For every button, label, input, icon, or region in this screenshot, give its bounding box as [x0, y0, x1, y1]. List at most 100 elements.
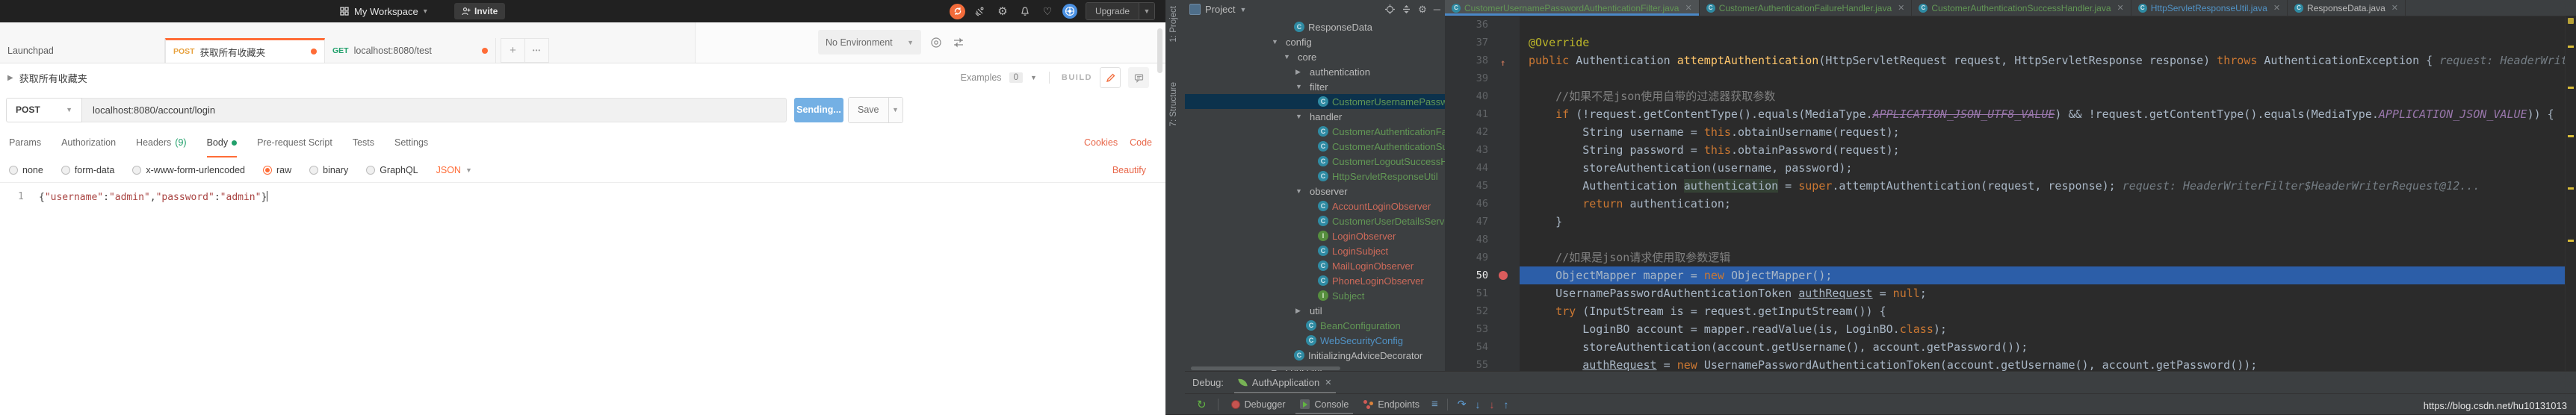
tree-item-customerlogoutsuccesshandler[interactable]: CCustomerLogoutSuccessHandler — [1185, 154, 1445, 169]
body-mode-binary[interactable]: binary — [309, 165, 348, 175]
tree-arrow-open-icon[interactable]: ▼ — [1295, 187, 1306, 195]
notifications-button[interactable] — [1014, 6, 1036, 16]
editor-tab[interactable]: CCustomerAuthenticationFailureHandler.ja… — [1700, 0, 1913, 16]
account-button[interactable] — [1059, 4, 1081, 19]
locate-target-icon[interactable] — [1385, 4, 1395, 14]
dock-project-button[interactable]: 1: Project — [1169, 6, 1178, 43]
request-tab[interactable]: GETlocalhost:8080/test — [325, 38, 496, 63]
collapse-all-icon[interactable] — [1402, 4, 1411, 14]
cookies-link[interactable]: Cookies — [1084, 137, 1118, 148]
section-tab-headers[interactable]: Headers(9) — [136, 128, 187, 157]
gear-icon[interactable]: ⚙ — [1418, 4, 1427, 16]
section-tab-tests[interactable]: Tests — [353, 128, 374, 157]
close-icon[interactable]: ✕ — [1685, 3, 1691, 13]
tree-item-accountloginobserver[interactable]: CAccountLoginObserver — [1185, 199, 1445, 213]
project-view-selector[interactable]: Project ▼ — [1189, 4, 1246, 15]
upgrade-dropdown[interactable]: ▼ — [1139, 3, 1154, 19]
tree-item-subject[interactable]: ISubject — [1185, 288, 1445, 303]
section-tab-body[interactable]: Body — [207, 128, 238, 157]
favorites-button[interactable]: ♡ — [1036, 5, 1059, 18]
save-dropdown[interactable]: ▼ — [888, 98, 902, 122]
tree-item-loginobserver[interactable]: ILoginObserver — [1185, 228, 1445, 243]
editor-tab[interactable]: CHttpServletResponseUtil.java✕ — [2131, 0, 2288, 16]
editor-tab[interactable]: CCustomerAuthenticationSuccessHandler.ja… — [1912, 0, 2131, 16]
code-link[interactable]: Code — [1130, 137, 1152, 148]
body-mode-x-www-form-urlencoded[interactable]: x-www-form-urlencoded — [132, 165, 245, 175]
tree-item-config[interactable]: ▼config — [1185, 34, 1445, 49]
body-mode-none[interactable]: none — [9, 165, 43, 175]
tree-item-observer[interactable]: ▼observer — [1185, 184, 1445, 199]
expand-triangle-icon[interactable]: ▶ — [7, 74, 13, 82]
scrollbar[interactable] — [1157, 28, 1162, 73]
api-network-button[interactable] — [969, 6, 991, 17]
section-tab-pre-request-script[interactable]: Pre-request Script — [257, 128, 332, 157]
tree-item-filter[interactable]: ▼filter — [1185, 79, 1445, 94]
breakpoint-icon[interactable] — [1499, 271, 1508, 280]
tree-arrow-open-icon[interactable]: ▼ — [1295, 83, 1306, 90]
debug-tab-console[interactable]: Console — [1292, 394, 1356, 414]
tree-item-responsedata[interactable]: CResponseData — [1185, 19, 1445, 34]
tree-arrow-open-icon[interactable]: ▼ — [1295, 113, 1306, 120]
error-stripe[interactable] — [2565, 16, 2576, 372]
beautify-link[interactable]: Beautify — [1112, 165, 1165, 175]
environment-selector[interactable]: No Environment ▼ — [818, 30, 921, 54]
save-button[interactable]: Save — [849, 98, 888, 122]
tree-item-initializingadvicedecorator[interactable]: CInitializingAdviceDecorator — [1185, 348, 1445, 363]
step-out-icon[interactable]: ↑ — [1503, 399, 1508, 411]
chevron-down-icon[interactable]: ▼ — [1030, 74, 1037, 81]
tree-item-websecurityconfig[interactable]: CWebSecurityConfig — [1185, 333, 1445, 348]
editor-tab[interactable]: CCustomerUsernamePasswordAuthenticationF… — [1445, 0, 1700, 16]
tree-item-authentication[interactable]: ▶authentication — [1185, 64, 1445, 79]
method-selector[interactable]: POST ▼ — [6, 98, 82, 122]
tree-arrow-open-icon[interactable]: ▼ — [1284, 53, 1294, 60]
tree-item-phoneloginobserver[interactable]: CPhoneLoginObserver — [1185, 273, 1445, 288]
examples-label[interactable]: Examples — [961, 72, 1002, 83]
invite-button[interactable]: Invite — [454, 3, 505, 19]
body-mode-raw[interactable]: raw — [263, 165, 291, 175]
tree-item-customerauthenticationfailurehandler[interactable]: CCustomerAuthenticationFailureHandler — [1185, 124, 1445, 139]
tree-arrow-closed-icon[interactable]: ▶ — [1295, 68, 1306, 76]
send-button[interactable]: Sending... — [794, 98, 843, 122]
tree-item-customeruserdetailsservice[interactable]: CCustomerUserDetailsService — [1185, 213, 1445, 228]
hide-panel-icon[interactable]: ─ — [1434, 4, 1440, 15]
run-configuration-tab[interactable]: AuthApplication ✕ — [1233, 372, 1338, 393]
url-input[interactable]: localhost:8080/account/login — [82, 98, 787, 122]
rerun-icon[interactable]: ↻ — [1197, 398, 1207, 411]
section-tab-authorization[interactable]: Authorization — [61, 128, 116, 157]
close-icon[interactable]: ✕ — [2391, 3, 2398, 13]
debug-tab-debugger[interactable]: Debugger — [1224, 394, 1293, 414]
body-mode-GraphQL[interactable]: GraphQL — [366, 165, 418, 175]
debug-tab-endpoints[interactable]: Endpoints — [1356, 394, 1427, 414]
build-label[interactable]: BUILD — [1062, 73, 1092, 82]
comments-button[interactable] — [1128, 67, 1149, 88]
request-tab[interactable]: Launchpad — [0, 38, 165, 63]
tree-item-mailloginobserver[interactable]: CMailLoginObserver — [1185, 258, 1445, 273]
tree-item-customerusernamepasswordauthenticationfilter[interactable]: CCustomerUsernamePasswordAuthenticationF… — [1185, 94, 1445, 109]
editor-tab[interactable]: CResponseData.java✕ — [2288, 0, 2406, 16]
tree-item-core[interactable]: ▼core — [1185, 49, 1445, 64]
close-icon[interactable]: ✕ — [2117, 3, 2124, 13]
edit-documentation-button[interactable] — [1100, 67, 1121, 88]
step-into-icon[interactable]: ↓ — [1475, 399, 1480, 411]
tree-arrow-closed-icon[interactable]: ▶ — [1295, 307, 1306, 315]
upgrade-button[interactable]: Upgrade ▼ — [1086, 2, 1155, 20]
sync-button[interactable] — [947, 4, 969, 19]
workspace-switcher[interactable]: My Workspace ▾ — [340, 0, 427, 22]
force-step-into-icon[interactable]: ↓ — [1489, 399, 1494, 411]
more-tabs-button[interactable]: ••• — [524, 38, 549, 63]
tree-item-customerauthenticationsuccesshandler[interactable]: CCustomerAuthenticationSuccessHandler — [1185, 139, 1445, 154]
tree-item-loginsubject[interactable]: CLoginSubject — [1185, 243, 1445, 258]
code-editor[interactable]: 3637@Override38↑public Authentication at… — [1445, 16, 2566, 372]
dock-structure-button[interactable]: 7: Structure — [1169, 82, 1178, 126]
body-format-selector[interactable]: JSON ▼ — [436, 165, 472, 175]
step-over-icon[interactable]: ↷ — [1458, 398, 1467, 411]
close-icon[interactable]: ✕ — [1325, 378, 1331, 387]
request-tab[interactable]: POST获取所有收藏夹 — [165, 38, 325, 63]
new-tab-button[interactable]: + — [501, 38, 525, 63]
tree-item-util[interactable]: ▶util — [1185, 303, 1445, 318]
section-tab-params[interactable]: Params — [9, 128, 41, 157]
tree-item-httpservletresponseutil[interactable]: CHttpServletResponseUtil — [1185, 169, 1445, 184]
body-mode-form-data[interactable]: form-data — [61, 165, 115, 175]
settings-button[interactable]: ⚙ — [991, 4, 1014, 18]
layout-menu-icon[interactable]: ≡ — [1431, 398, 1437, 411]
